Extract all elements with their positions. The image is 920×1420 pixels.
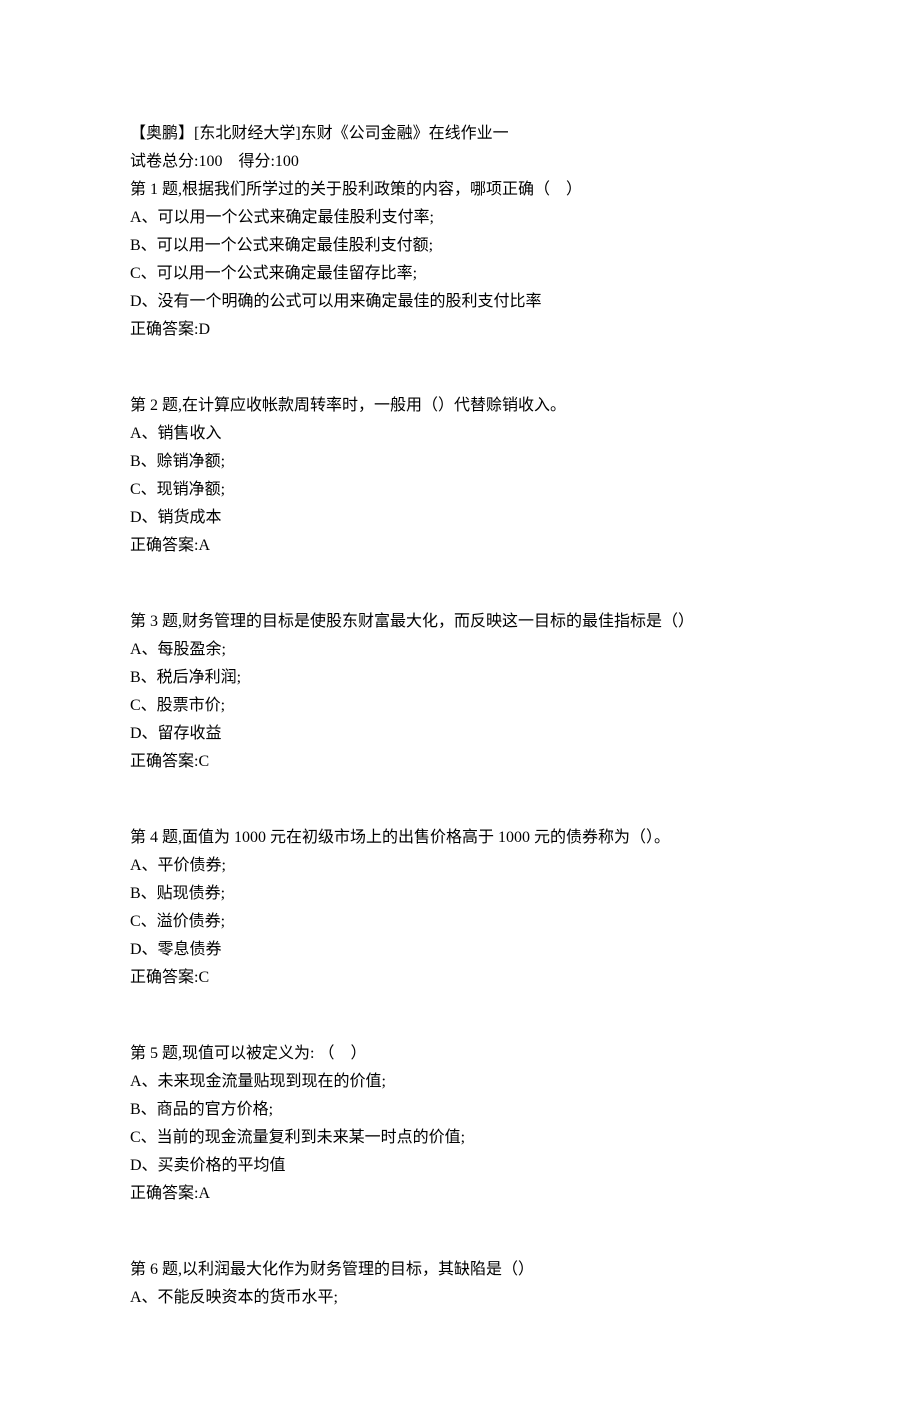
total-label: 试卷总分: <box>130 153 198 170</box>
question-option: A、平价债券; <box>130 852 790 880</box>
question-block: 第 4 题,面值为 1000 元在初级市场上的出售价格高于 1000 元的债券称… <box>130 824 790 992</box>
question-option: D、没有一个明确的公式可以用来确定最佳的股利支付比率 <box>130 288 790 316</box>
question-option: C、现销净额; <box>130 476 790 504</box>
question-option: A、不能反映资本的货币水平; <box>130 1284 790 1312</box>
score-line: 试卷总分:100 得分:100 <box>130 148 790 176</box>
question-option: A、未来现金流量贴现到现在的价值; <box>130 1068 790 1096</box>
score-value: 100 <box>275 153 299 170</box>
question-stem: 第 6 题,以利润最大化作为财务管理的目标，其缺陷是（） <box>130 1256 790 1284</box>
question-option: C、股票市价; <box>130 692 790 720</box>
question-option: D、留存收益 <box>130 720 790 748</box>
question-option: B、税后净利润; <box>130 664 790 692</box>
question-option: D、零息债券 <box>130 936 790 964</box>
question-answer: 正确答案:A <box>130 1180 790 1208</box>
question-answer: 正确答案:C <box>130 748 790 776</box>
question-option: B、赊销净额; <box>130 448 790 476</box>
question-block: 第 3 题,财务管理的目标是使股东财富最大化，而反映这一目标的最佳指标是（）A、… <box>130 608 790 776</box>
question-option: C、当前的现金流量复利到未来某一时点的价值; <box>130 1124 790 1152</box>
question-block: 第 6 题,以利润最大化作为财务管理的目标，其缺陷是（）A、不能反映资本的货币水… <box>130 1256 790 1312</box>
question-block: 第 1 题,根据我们所学过的关于股利政策的内容，哪项正确（ ）A、可以用一个公式… <box>130 176 790 344</box>
question-answer: 正确答案:C <box>130 964 790 992</box>
question-option: C、溢价债券; <box>130 908 790 936</box>
question-stem: 第 5 题,现值可以被定义为: （ ） <box>130 1040 790 1068</box>
question-block: 第 2 题,在计算应收帐款周转率时，一般用（）代替赊销收入。A、销售收入B、赊销… <box>130 392 790 560</box>
total-value: 100 <box>198 153 222 170</box>
score-label: 得分: <box>238 153 274 170</box>
question-answer: 正确答案:D <box>130 316 790 344</box>
question-option: D、买卖价格的平均值 <box>130 1152 790 1180</box>
question-option: D、销货成本 <box>130 504 790 532</box>
document-title: 【奥鹏】[东北财经大学]东财《公司金融》在线作业一 <box>130 120 790 148</box>
question-answer: 正确答案:A <box>130 532 790 560</box>
question-option: B、可以用一个公式来确定最佳股利支付额; <box>130 232 790 260</box>
question-option: B、贴现债券; <box>130 880 790 908</box>
question-option: A、可以用一个公式来确定最佳股利支付率; <box>130 204 790 232</box>
question-stem: 第 4 题,面值为 1000 元在初级市场上的出售价格高于 1000 元的债券称… <box>130 824 790 852</box>
question-option: A、每股盈余; <box>130 636 790 664</box>
question-option: A、销售收入 <box>130 420 790 448</box>
document-header: 【奥鹏】[东北财经大学]东财《公司金融》在线作业一 试卷总分:100 得分:10… <box>130 120 790 176</box>
question-stem: 第 3 题,财务管理的目标是使股东财富最大化，而反映这一目标的最佳指标是（） <box>130 608 790 636</box>
question-option: B、商品的官方价格; <box>130 1096 790 1124</box>
question-block: 第 5 题,现值可以被定义为: （ ）A、未来现金流量贴现到现在的价值;B、商品… <box>130 1040 790 1208</box>
question-stem: 第 1 题,根据我们所学过的关于股利政策的内容，哪项正确（ ） <box>130 176 790 204</box>
question-stem: 第 2 题,在计算应收帐款周转率时，一般用（）代替赊销收入。 <box>130 392 790 420</box>
questions-container: 第 1 题,根据我们所学过的关于股利政策的内容，哪项正确（ ）A、可以用一个公式… <box>130 176 790 1312</box>
question-option: C、可以用一个公式来确定最佳留存比率; <box>130 260 790 288</box>
